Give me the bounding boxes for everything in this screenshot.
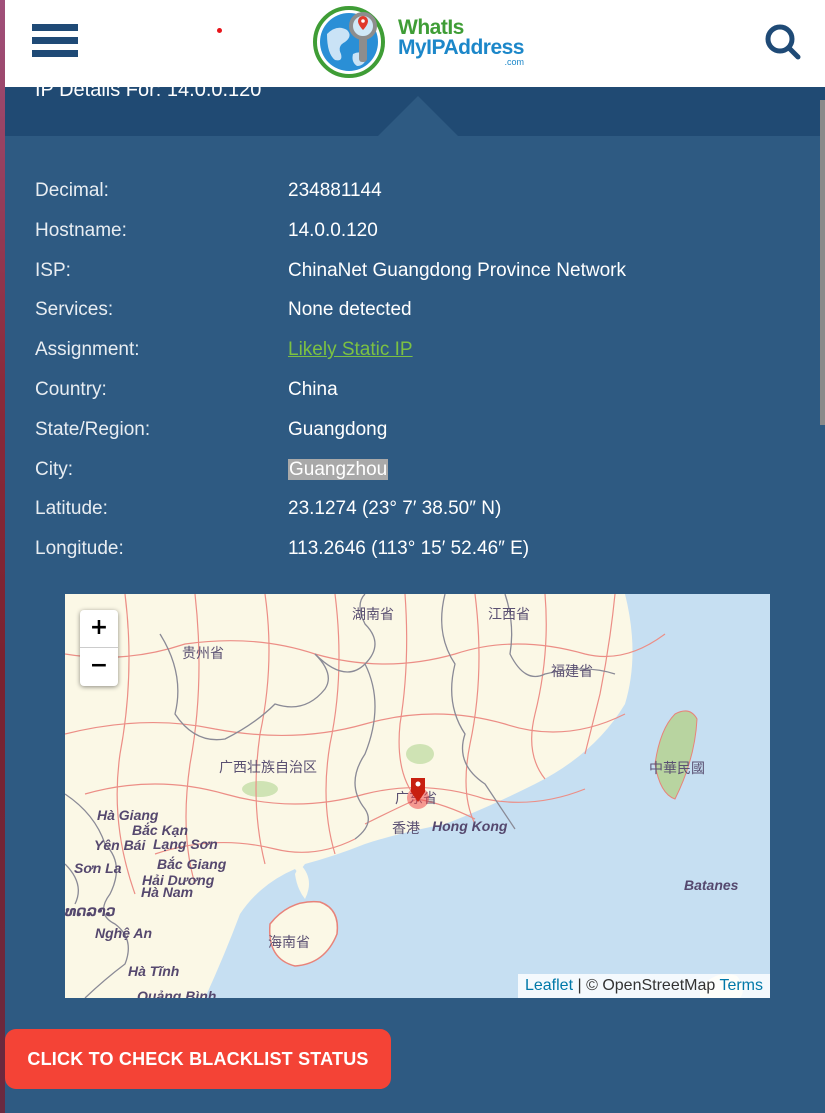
top-navigation-bar: WhatIs MyIPAddress .com [5, 0, 825, 87]
map-label-hainan: 海南省 [268, 934, 310, 950]
search-icon[interactable] [763, 22, 803, 62]
map-label-fujian: 福建省 [551, 663, 593, 679]
row-latitude: Latitude: 23.1274 (23° 7′ 38.50″ N) [35, 492, 795, 532]
ip-details-table: Decimal: 234881144 Hostname: 14.0.0.120 … [35, 174, 795, 572]
label-decimal: Decimal: [35, 180, 109, 201]
row-assignment: Assignment: Likely Static IP [35, 333, 795, 373]
section-pointer-triangle [378, 96, 458, 136]
map-label-ha-nam: Hà Nam [141, 884, 194, 900]
map-label-bac-giang: Bắc Giang [157, 856, 227, 872]
value-state: Guangdong [288, 418, 388, 440]
map-label-batanes: Batanes [684, 877, 739, 893]
label-assignment: Assignment: [35, 339, 140, 361]
assignment-link[interactable]: Likely Static IP [288, 339, 413, 360]
value-latitude: 23.1274 (23° 7′ 38.50″ N) [288, 498, 502, 520]
row-city: City: Guangzhou [35, 453, 795, 493]
row-services: Services: None detected [35, 293, 795, 333]
ip-details-header: IP Details For: 14.0.0.120 [5, 79, 825, 136]
label-city: City: [35, 458, 73, 480]
map-label-nghe-an: Nghệ An [95, 925, 153, 941]
map-label-ha-tinh: Hà Tĩnh [128, 963, 180, 979]
map-label-lang-son: Lạng Sơn [153, 836, 218, 852]
logo-text-line3: .com [504, 57, 524, 67]
map-label-hunan: 湖南省 [352, 606, 394, 622]
label-latitude: Latitude: [35, 498, 108, 520]
value-city-selected: Guangzhou [288, 458, 389, 480]
map-label-hongkong-zh: 香港 [392, 820, 420, 836]
osm-copyright: © OpenStreetMap [586, 977, 716, 994]
value-longitude: 113.2646 (113° 15′ 52.46″ E) [288, 538, 530, 560]
value-isp: ChinaNet Guangdong Province Network [288, 259, 626, 281]
label-hostname: Hostname: [35, 219, 127, 241]
logo-text-line1: WhatIs [398, 16, 464, 39]
value-decimal: 234881144 [288, 180, 382, 201]
hamburger-menu-icon[interactable] [32, 24, 78, 58]
row-country: Country: China [35, 373, 795, 413]
site-logo[interactable]: WhatIs MyIPAddress .com [313, 4, 533, 80]
logo-text-line2: MyIPAddress [398, 36, 525, 59]
label-state: State/Region: [35, 418, 151, 440]
terms-link[interactable]: Terms [719, 977, 763, 994]
map-label-jiangxi: 江西省 [488, 606, 530, 622]
row-longitude: Longitude: 113.2646 (113° 15′ 52.46″ E) [35, 532, 795, 572]
map-label-hongkong: Hong Kong [432, 818, 508, 834]
attribution-separator: | [577, 977, 582, 994]
location-map[interactable]: + − 湖南省 江西省 贵州省 福建省 广西壮族自治区 中華民國 广东省 香港 … [65, 594, 770, 998]
check-blacklist-button[interactable]: CLICK TO CHECK BLACKLIST STATUS [5, 1029, 391, 1089]
map-zoom-control: + − [80, 610, 118, 686]
map-label-ha-giang: Hà Giang [97, 807, 159, 823]
zoom-in-button[interactable]: + [80, 610, 118, 648]
map-label-yen-bai: Yên Bái [94, 837, 146, 853]
globe-magnifier-icon [313, 6, 385, 78]
zoom-out-button[interactable]: − [80, 648, 118, 686]
map-label-guangxi: 广西壮族自治区 [219, 759, 317, 775]
row-decimal: Decimal: 234881144 [35, 174, 795, 214]
value-country: China [288, 378, 338, 400]
row-state: State/Region: Guangdong [35, 413, 795, 453]
row-hostname: Hostname: 14.0.0.120 [35, 214, 795, 254]
map-label-guizhou: 贵州省 [182, 645, 224, 661]
scrollbar[interactable] [820, 100, 825, 425]
map-label-taiwan: 中華民國 [649, 760, 705, 776]
map-label-laos: ທດລາວ [65, 903, 116, 919]
map-attribution: Leaflet | © OpenStreetMap Terms [517, 974, 770, 998]
label-country: Country: [35, 378, 107, 400]
leaflet-link[interactable]: Leaflet [525, 977, 573, 994]
value-hostname: 14.0.0.120 [288, 219, 378, 241]
label-longitude: Longitude: [35, 538, 124, 560]
map-label-quang-binh: Quảng Bình [137, 988, 217, 998]
map-label-son-la: Sơn La [74, 860, 122, 876]
location-marker-icon[interactable] [407, 778, 429, 809]
label-services: Services: [35, 299, 114, 321]
value-services: None detected [288, 299, 412, 321]
desktop-background-strip [0, 0, 5, 1113]
label-isp: ISP: [35, 259, 71, 281]
ip-details-title: IP Details For: 14.0.0.120 [35, 79, 262, 101]
row-isp: ISP: ChinaNet Guangdong Province Network [35, 254, 795, 294]
notification-dot [217, 28, 222, 33]
